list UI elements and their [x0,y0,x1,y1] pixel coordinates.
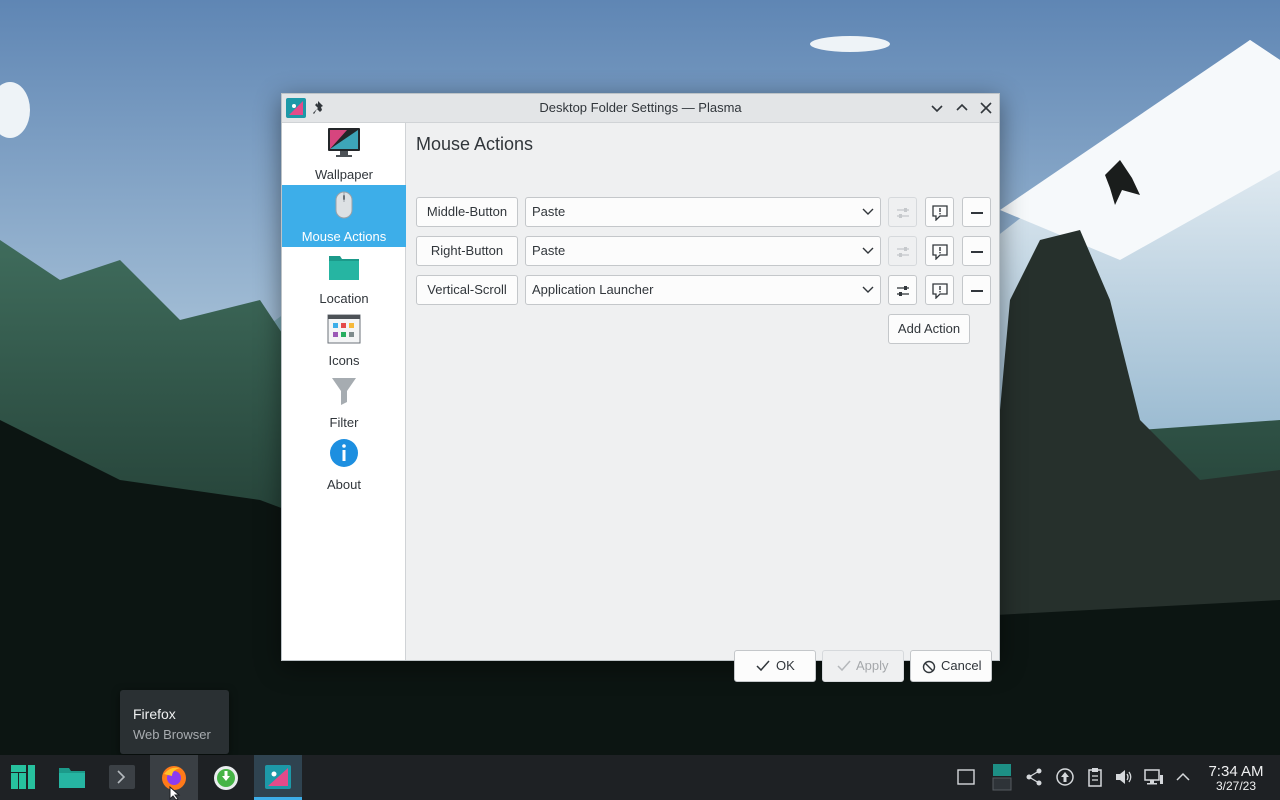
about-plugin-icon [932,283,948,299]
trigger-button-right[interactable]: Right-Button [416,236,518,266]
show-desktop-icon[interactable] [956,767,976,787]
volume-icon[interactable] [1114,767,1134,787]
mouse-cursor-icon [169,786,181,800]
title-bar[interactable]: Desktop Folder Settings — Plasma [282,94,999,123]
configure-icon [897,286,909,296]
trigger-button-vertical-scroll[interactable]: Vertical-Scroll [416,275,518,305]
remove-button-right[interactable] [962,236,991,266]
window-title: Desktop Folder Settings — Plasma [539,100,742,115]
taskbar-plasma-settings[interactable] [254,755,302,800]
clock-date[interactable]: 3/27/23 [1203,779,1269,793]
close-button[interactable] [977,99,995,117]
sidebar-item-label: Icons [328,353,360,368]
plugin-select-vertical-scroll[interactable]: Application Launcher [525,275,881,305]
configure-icon [897,247,909,257]
about-plugin-icon [932,205,948,221]
remove-button-vertical-scroll[interactable] [962,275,991,305]
funnel-icon [332,378,356,405]
tooltip-title: Firefox [133,706,176,722]
tooltip-subtitle: Web Browser [133,727,211,742]
taskbar [0,755,1280,800]
configure-button-right[interactable] [888,236,917,266]
sidebar-item-location[interactable]: Location [282,247,406,309]
ok-button[interactable]: OK [734,650,816,682]
add-action-button[interactable]: Add Action [888,314,970,344]
sidebar-item-label: About [327,477,361,492]
cancel-button[interactable]: Cancel [910,650,992,682]
info-icon [330,439,358,467]
file-manager-icon [59,768,85,788]
configure-button-vertical-scroll[interactable] [888,275,917,305]
checkmark-icon [756,660,770,672]
checkmark-icon [837,660,851,672]
plugin-select-right[interactable]: Paste [525,236,881,266]
about-button-vertical-scroll[interactable] [925,275,954,305]
settings-dialog: Desktop Folder Settings — Plasma Wallpap… [281,93,1000,682]
clock-time[interactable]: 7:34 AM [1203,763,1269,780]
sidebar-item-mouse-actions[interactable]: Mouse Actions [282,185,406,247]
taskbar-terminal[interactable] [98,755,146,800]
plugin-select-value: Application Launcher [532,282,654,297]
network-share-icon[interactable] [1024,767,1044,787]
chevron-down-icon [862,286,874,293]
clipboard-icon[interactable] [1085,767,1105,787]
apply-button[interactable]: Apply [822,650,904,682]
remove-icon [971,212,983,214]
software-update-icon [214,766,238,790]
sidebar-item-icons[interactable]: Icons [282,309,406,371]
page-title: Mouse Actions [416,134,534,154]
sidebar-item-about[interactable]: About [282,433,406,495]
taskbar-file-manager[interactable] [48,755,96,800]
folder-icon [329,256,359,280]
plugin-select-middle[interactable]: Paste [525,197,881,227]
terminal-icon [109,765,135,789]
remove-button-middle[interactable] [962,197,991,227]
sidebar-item-filter[interactable]: Filter [282,371,406,433]
taskbar-software-update[interactable] [202,755,250,800]
sidebar-item-label: Mouse Actions [301,229,387,244]
icons-view-icon [327,314,361,344]
pager-icon[interactable] [992,763,1012,791]
about-button-right[interactable] [925,236,954,266]
mouse-icon [335,191,353,219]
plugin-select-value: Paste [532,243,566,258]
cancel-icon [922,660,936,674]
manjaro-menu-icon [11,765,35,789]
plasma-settings-icon [265,765,291,789]
about-plugin-icon [932,244,948,260]
minimize-button[interactable] [928,99,946,117]
remove-icon [971,251,983,253]
trigger-button-middle[interactable]: Middle-Button [416,197,518,227]
expand-tray-icon[interactable] [1173,767,1193,787]
chevron-down-icon [862,247,874,254]
ok-label: OK [776,658,795,673]
taskbar-tooltip: Firefox Web Browser [120,690,229,754]
sidebar-item-label: Location [319,291,369,306]
configure-icon [897,208,909,218]
mouse-actions-page: Mouse Actions Middle-Button Paste Right-… [407,123,999,682]
network-icon[interactable] [1144,767,1164,787]
about-button-middle[interactable] [925,197,954,227]
remove-icon [971,290,983,292]
plugin-select-value: Paste [532,204,566,219]
chevron-down-icon [862,208,874,215]
sidebar-item-wallpaper[interactable]: Wallpaper [282,123,406,185]
monitor-icon [328,128,360,157]
sidebar-item-label: Filter [329,415,359,430]
apply-label: Apply [856,658,889,673]
updates-icon[interactable] [1055,767,1075,787]
maximize-button[interactable] [953,99,971,117]
configure-button-middle[interactable] [888,197,917,227]
category-sidebar: Wallpaper Mouse Actions Location Icons F… [282,123,406,660]
sidebar-item-label: Wallpaper [314,167,374,182]
cancel-label: Cancel [941,658,982,673]
application-launcher[interactable] [0,755,48,800]
